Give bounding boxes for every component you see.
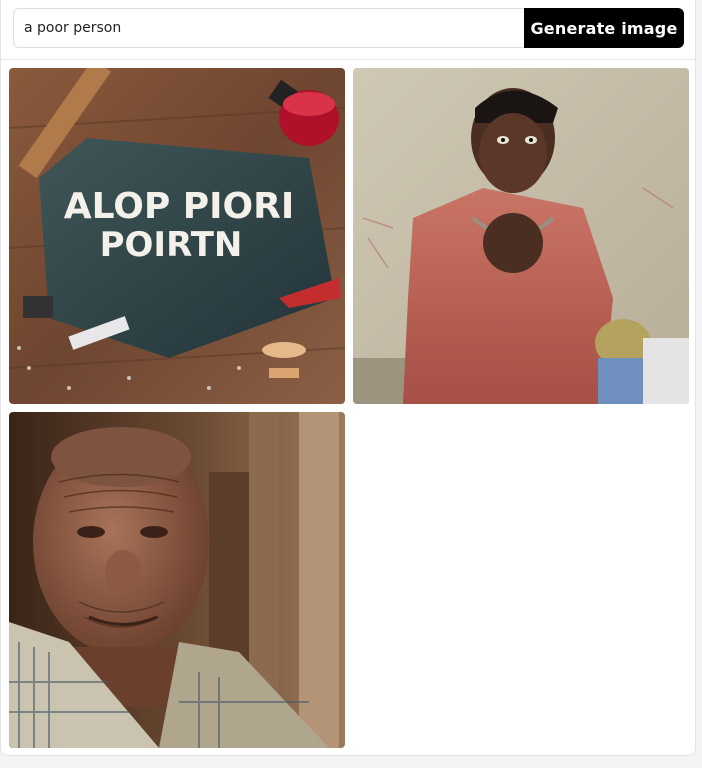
- app-window: Generate image: [0, 0, 696, 756]
- image-overlay-text-1: ALOP PIORI: [64, 186, 295, 227]
- generated-image-1[interactable]: ALOP PIORI POIRTN: [9, 68, 345, 404]
- generate-image-button[interactable]: Generate image: [524, 8, 684, 48]
- prompt-input[interactable]: [13, 8, 527, 48]
- generated-image-2[interactable]: [353, 68, 689, 404]
- image-overlay-text-2: POIRTN: [100, 225, 243, 265]
- generated-image-3[interactable]: [9, 412, 345, 748]
- prompt-bar: Generate image: [1, 0, 695, 60]
